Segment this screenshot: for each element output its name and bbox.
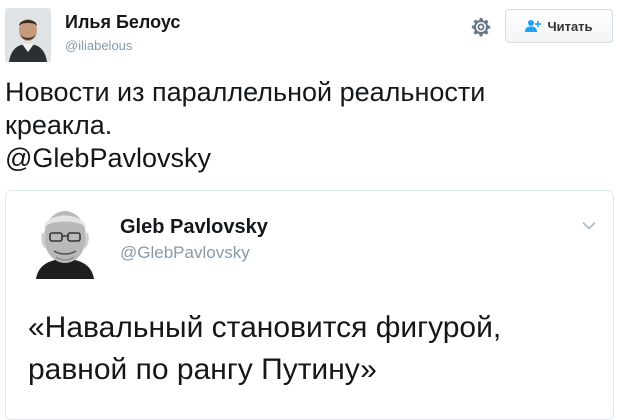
- quoted-tweet-text: «Навальный становится фигурой, равной по…: [28, 307, 598, 391]
- tweet-text: Новости из параллельной реальности креак…: [5, 76, 605, 175]
- quoted-text-line: «Навальный становится фигурой,: [28, 311, 502, 344]
- author-name[interactable]: Илья Белоус: [65, 12, 180, 33]
- quoted-text-line: равной по рангу Путину»: [28, 353, 377, 386]
- quoted-author-avatar[interactable]: [28, 199, 102, 279]
- author-handle[interactable]: @iliabelous: [65, 38, 132, 53]
- quoted-author-handle[interactable]: @GlebPavlovsky: [120, 243, 250, 263]
- tweet-text-line: креакла.: [5, 110, 113, 140]
- follow-button-label: Читать: [547, 18, 593, 34]
- mention-link[interactable]: @GlebPavlovsky: [5, 142, 605, 175]
- gear-icon[interactable]: [470, 16, 492, 38]
- avatar[interactable]: [5, 8, 51, 62]
- follow-button[interactable]: Читать: [505, 9, 613, 43]
- tweet-text-line: Новости из параллельной реальности: [5, 77, 486, 107]
- quoted-author-name[interactable]: Gleb Pavlovsky: [120, 216, 268, 239]
- follow-user-icon: [525, 20, 542, 32]
- chevron-down-icon[interactable]: [582, 221, 596, 231]
- quoted-tweet-card[interactable]: Gleb Pavlovsky @GlebPavlovsky «Навальный…: [5, 190, 614, 420]
